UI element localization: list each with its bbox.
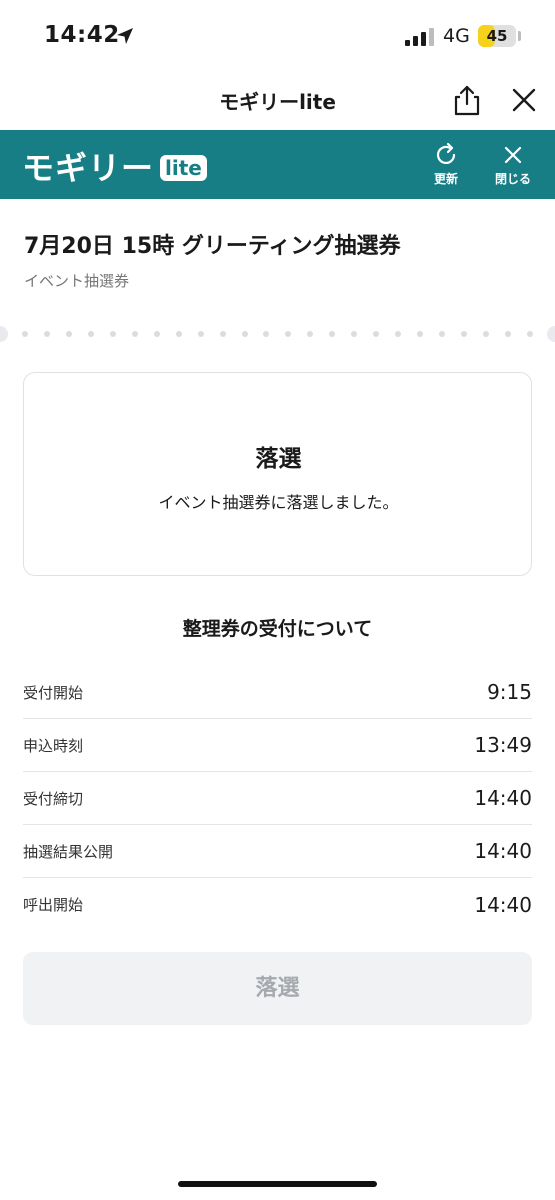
info-row-reception-start: 受付開始 9:15 (23, 666, 532, 719)
perforation-dot (22, 331, 28, 337)
info-value: 14:40 (474, 892, 532, 917)
info-value: 14:40 (474, 839, 532, 863)
info-value: 9:15 (487, 680, 532, 704)
close-label: 閉じる (494, 172, 531, 186)
battery-icon: 45 (478, 25, 516, 47)
perforation-dot (109, 331, 116, 337)
perforation-dot (483, 331, 490, 337)
result-heading: 落選 (255, 446, 302, 472)
perforation-dot (87, 331, 94, 337)
info-label: 抽選結果公開 (23, 842, 114, 861)
brand-logo: モギリー lite (22, 148, 207, 187)
perforation-dot (65, 331, 72, 337)
info-section-heading: 整理券の受付について (182, 618, 373, 640)
cellular-signal-icon (405, 28, 434, 46)
app-bar: モギリー lite 更新 閉じる (0, 130, 555, 199)
network-type: 4G (443, 25, 470, 47)
browser-header: モギリーlite (0, 70, 555, 130)
info-label: 受付開始 (23, 683, 84, 702)
ticket-subtitle: イベント抽選券 (24, 272, 130, 290)
result-message: イベント抽選券に落選しました。 (158, 493, 399, 512)
perforation-dot (439, 331, 446, 337)
perforation-dot (395, 331, 402, 337)
result-status-button[interactable]: 落選 (23, 952, 532, 1025)
info-label: 受付締切 (23, 789, 84, 808)
refresh-button[interactable]: 更新 (421, 142, 471, 190)
perforation-dot (43, 331, 50, 337)
result-card: 落選 イベント抽選券に落選しました。 (23, 372, 532, 576)
ticket-perforation (0, 326, 555, 342)
info-row-call-start: 呼出開始 14:40 (23, 878, 532, 931)
close-app-button[interactable]: 閉じる (488, 142, 538, 190)
location-arrow-icon (117, 28, 133, 44)
perforation-dot (241, 331, 248, 337)
perforation-dot (373, 331, 380, 337)
perforation-dot (461, 331, 468, 337)
battery-percentage: 45 (486, 27, 508, 45)
perforation-dot (175, 331, 182, 337)
perforation-dot (197, 331, 204, 337)
perforation-dot (131, 331, 138, 337)
info-value: 14:40 (474, 786, 532, 810)
refresh-label: 更新 (433, 172, 458, 186)
perforation-dot (285, 331, 292, 337)
perforation-dot (219, 331, 226, 337)
perforation-dot (329, 331, 336, 337)
brand-lite-badge: lite (160, 155, 207, 181)
perforation-dot (526, 331, 533, 337)
brand-text: モギリー (22, 149, 155, 187)
home-indicator[interactable] (178, 1181, 377, 1187)
close-icon[interactable] (510, 86, 538, 114)
battery-cap (518, 31, 521, 41)
info-value: 13:49 (474, 733, 532, 757)
info-row-reception-deadline: 受付締切 14:40 (23, 772, 532, 825)
close-icon (504, 146, 522, 164)
perforation-dot (351, 331, 358, 337)
perforation-dot (417, 331, 424, 337)
info-row-lottery-result: 抽選結果公開 14:40 (23, 825, 532, 878)
perforation-dots (22, 331, 533, 337)
info-label: 申込時刻 (23, 736, 84, 755)
share-icon[interactable] (452, 84, 482, 116)
ticket-title: 7月20日 15時 グリーティング抽選券 (24, 234, 401, 259)
info-row-application-time: 申込時刻 13:49 (23, 719, 532, 772)
perforation-notch-left (0, 326, 8, 342)
perforation-notch-right (547, 326, 555, 342)
perforation-dot (263, 331, 270, 337)
refresh-icon (436, 142, 456, 164)
perforation-dot (504, 331, 511, 337)
status-time: 14:42 (44, 22, 120, 48)
perforation-dot (153, 331, 160, 337)
perforation-dot (307, 331, 314, 337)
info-list: 受付開始 9:15 申込時刻 13:49 受付締切 14:40 抽選結果公開 1… (23, 666, 532, 931)
status-bar: 14:42 4G 45 (0, 0, 555, 70)
info-label: 呼出開始 (23, 896, 84, 914)
